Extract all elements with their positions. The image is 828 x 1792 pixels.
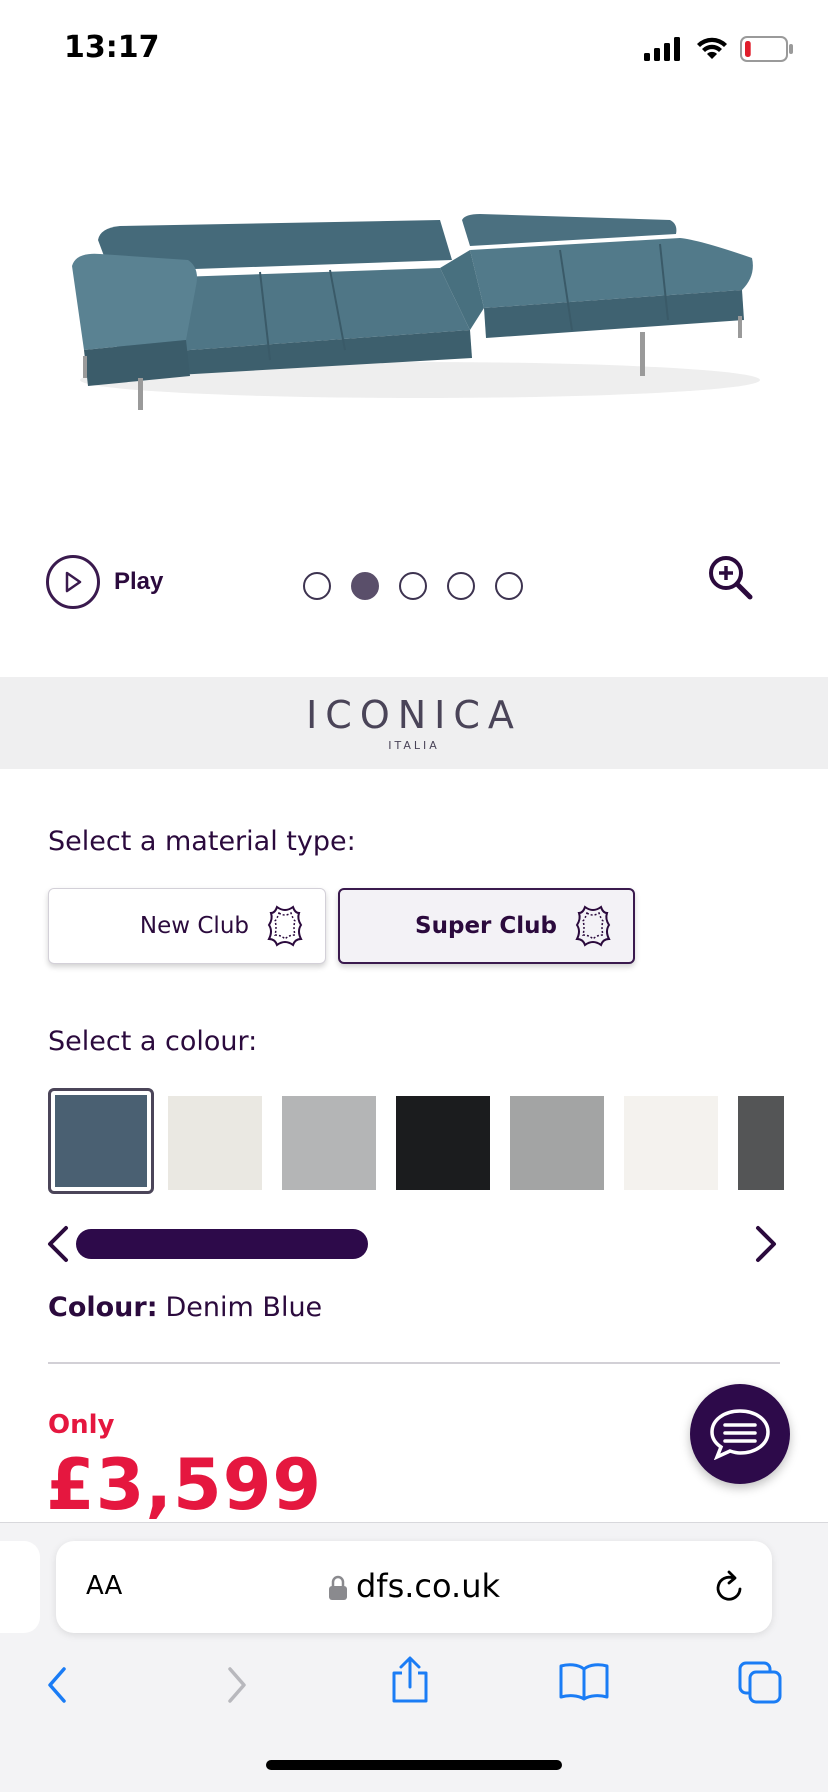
- url-text: dfs.co.uk: [355, 1567, 500, 1605]
- share-icon[interactable]: [388, 1655, 432, 1705]
- selected-colour: Colour: Denim Blue: [48, 1292, 322, 1323]
- colour-label: Colour:: [48, 1292, 158, 1323]
- colour-swatch[interactable]: [168, 1096, 262, 1190]
- colour-swatch[interactable]: [738, 1096, 784, 1190]
- browser-toolbar: [0, 1653, 828, 1733]
- chevron-right-icon[interactable]: [752, 1224, 780, 1264]
- colour-swatch-selected[interactable]: [48, 1088, 154, 1194]
- colour-swatch[interactable]: [624, 1096, 718, 1190]
- scroll-thumb[interactable]: [76, 1229, 368, 1259]
- zoom-in-icon: [709, 556, 753, 600]
- colour-swatch[interactable]: [510, 1096, 604, 1190]
- chevron-left-icon[interactable]: [44, 1224, 72, 1264]
- colour-swatch[interactable]: [396, 1096, 490, 1190]
- play-label: Play: [114, 568, 164, 595]
- status-icons: [644, 36, 794, 62]
- play-icon: [46, 555, 100, 609]
- address-bar[interactable]: AA dfs.co.uk: [56, 1541, 772, 1633]
- url-display[interactable]: dfs.co.uk: [56, 1567, 772, 1605]
- play-button[interactable]: Play: [46, 555, 163, 609]
- carousel-dot[interactable]: [399, 572, 427, 600]
- price: £3,599: [46, 1444, 323, 1526]
- carousel-dot-active[interactable]: [351, 572, 379, 600]
- status-bar: 13:17: [0, 0, 828, 100]
- sofa-image: [72, 214, 760, 410]
- browser-chrome: AA dfs.co.uk: [0, 1522, 828, 1792]
- bookmarks-icon[interactable]: [558, 1661, 610, 1701]
- reload-icon[interactable]: [712, 1569, 746, 1605]
- colour-value: Denim Blue: [165, 1292, 323, 1323]
- home-indicator: [266, 1760, 562, 1770]
- material-option-super-club[interactable]: Super Club: [338, 888, 635, 964]
- swatch-scroller: [44, 1222, 784, 1266]
- chat-icon: [710, 1409, 770, 1460]
- media-controls: Play: [0, 545, 828, 625]
- brand-subtitle: ITALIA: [388, 739, 440, 752]
- forward-icon[interactable]: [222, 1663, 252, 1707]
- wifi-icon: [697, 37, 727, 59]
- carousel-dot[interactable]: [447, 572, 475, 600]
- divider: [48, 1362, 780, 1364]
- back-icon[interactable]: [42, 1663, 72, 1707]
- brand-logo: ICONICA: [306, 693, 522, 737]
- previous-tab-peek[interactable]: [0, 1541, 40, 1633]
- product-image[interactable]: [0, 180, 828, 440]
- carousel-dot[interactable]: [495, 572, 523, 600]
- material-heading: Select a material type:: [48, 826, 356, 857]
- leather-hide-icon: [267, 905, 303, 947]
- price-prefix: Only: [48, 1410, 115, 1440]
- zoom-button[interactable]: [706, 553, 754, 606]
- brand-banner: ICONICA ITALIA: [0, 677, 828, 769]
- lock-icon: [328, 1575, 347, 1600]
- colour-swatches: [48, 1088, 784, 1196]
- colour-swatch[interactable]: [282, 1096, 376, 1190]
- material-options: New Club Super Club: [48, 888, 635, 964]
- material-option-new-club[interactable]: New Club: [48, 888, 326, 964]
- signal-icon: [644, 37, 680, 61]
- material-label: New Club: [139, 913, 249, 939]
- battery-icon: [740, 36, 793, 62]
- status-time: 13:17: [64, 30, 160, 65]
- carousel-dots: [303, 572, 523, 600]
- carousel-dot[interactable]: [303, 572, 331, 600]
- material-label: Super Club: [415, 913, 557, 939]
- chat-button[interactable]: [690, 1384, 790, 1484]
- leather-hide-icon: [575, 905, 611, 947]
- colour-heading: Select a colour:: [48, 1026, 258, 1057]
- tabs-icon[interactable]: [736, 1659, 784, 1705]
